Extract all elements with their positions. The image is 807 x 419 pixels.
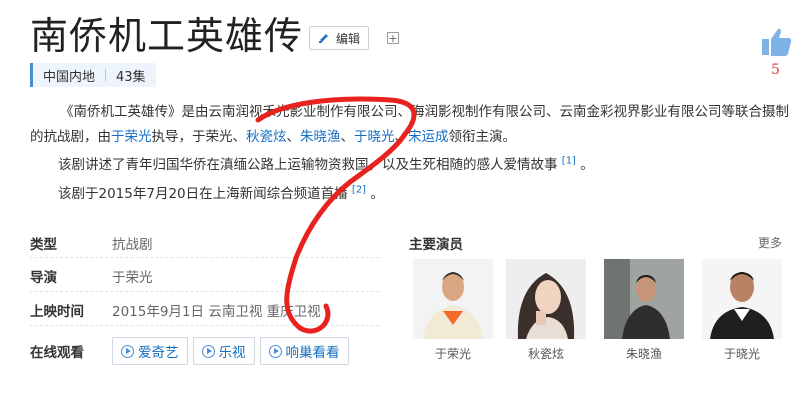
actor-photo[interactable] [604, 259, 684, 339]
info-row-watch: 在线观看 爱奇艺 乐视 响巢看看 [30, 334, 379, 368]
pencil-icon [318, 34, 328, 43]
summary-text: 《南侨机工英雄传》是由云南润视禾光影业制作有限公司、海润影视制作有限公司、云南金… [60, 104, 789, 120]
info-row-type: 类型 抗战剧 [30, 228, 379, 258]
play-icon [121, 344, 134, 358]
summary-text: 。 [366, 186, 384, 202]
cast-link[interactable]: 朱晓渔 [300, 129, 341, 145]
summary-line-4: 该剧于2015年7月20日在上海新闻综合频道首播 [2] 。 [58, 182, 384, 203]
play-icon [268, 344, 282, 358]
actor-name: 于荣光 [434, 347, 471, 361]
like-count: 5 [771, 62, 780, 78]
watch-label: 响巢看看 [285, 345, 340, 361]
watch-iqiyi-button[interactable]: 爱奇艺 [112, 337, 188, 365]
watch-options: 爱奇艺 乐视 响巢看看 [112, 337, 354, 365]
summary-text: 领衔主演。 [448, 129, 517, 145]
summary-text: 执导，于荣光、 [151, 129, 247, 145]
reference-link[interactable]: [2] [352, 185, 366, 196]
info-row-release: 上映时间 2015年9月1日 云南卫视 重庆卫视 [30, 294, 379, 326]
more-link[interactable]: 更多 [758, 234, 782, 251]
add-button[interactable]: + [387, 32, 399, 44]
cast-link[interactable]: 秋瓷炫 [246, 129, 287, 145]
info-label: 上映时间 [30, 303, 84, 320]
cast-link[interactable]: 宋运成 [408, 129, 449, 145]
info-label: 在线观看 [30, 345, 84, 361]
summary-text: 的抗战剧，由 [30, 129, 111, 145]
separator: 、 [340, 129, 355, 145]
reference-link[interactable]: [1] [562, 156, 576, 167]
info-label: 类型 [30, 236, 57, 253]
actor-name: 秋瓷炫 [527, 347, 564, 361]
actor-name: 于晓光 [723, 347, 760, 361]
actor-photo[interactable] [702, 259, 782, 339]
watch-label: 乐视 [218, 345, 246, 361]
info-row-director: 导演 于荣光 [30, 260, 379, 292]
episodes-tag: 43集 [116, 69, 146, 85]
cast-card[interactable]: 秋瓷炫 [506, 259, 586, 362]
info-label: 导演 [30, 269, 57, 286]
tag-bar: 中国内地 43集 [30, 63, 156, 87]
edit-button-label: 编辑 [335, 31, 360, 46]
watch-kankan-button[interactable]: 响巢看看 [259, 337, 349, 365]
summary-text: 。 [575, 157, 594, 173]
actor-photo[interactable] [413, 259, 493, 339]
thumbs-up-icon[interactable] [760, 25, 794, 59]
separator: 、 [286, 129, 301, 145]
director-link[interactable]: 于荣光 [111, 129, 152, 145]
summary-text: 该剧讲述了青年归国华侨在滇缅公路上运输物资救国，以及生死相随的感人爱情故事 [58, 157, 558, 173]
actor-photo[interactable] [506, 259, 586, 339]
cast-link[interactable]: 于晓光 [354, 129, 395, 145]
region-tag: 中国内地 [43, 69, 96, 85]
page-title: 南侨机工英雄传 [30, 14, 304, 58]
separator: 、 [394, 129, 409, 145]
cast-card[interactable]: 于荣光 [413, 259, 493, 362]
info-value: 于荣光 [112, 269, 153, 286]
summary-line-3: 该剧讲述了青年归国华侨在滇缅公路上运输物资救国，以及生死相随的感人爱情故事 [1… [58, 153, 594, 174]
actor-name: 朱晓渔 [625, 347, 662, 361]
cast-heading: 主要演员 [409, 237, 463, 253]
cast-card[interactable]: 朱晓渔 [604, 259, 684, 362]
cast-card[interactable]: 于晓光 [702, 259, 782, 362]
summary-line-1: 《南侨机工英雄传》是由云南润视禾光影业制作有限公司、海润影视制作有限公司、云南金… [30, 100, 789, 120]
info-value: 2015年9月1日 云南卫视 重庆卫视 [112, 303, 321, 320]
summary-line-2: 的抗战剧，由于荣光执导，于荣光、秋瓷炫、朱晓渔、于晓光、宋运成领衔主演。 [30, 125, 516, 145]
play-icon [201, 344, 215, 358]
summary-text: 该剧于2015年7月20日在上海新闻综合频道首播 [58, 186, 348, 202]
watch-label: 爱奇艺 [138, 345, 179, 361]
watch-letv-button[interactable]: 乐视 [192, 337, 255, 365]
edit-button[interactable]: 编辑 [309, 26, 369, 50]
info-value: 抗战剧 [112, 236, 153, 253]
